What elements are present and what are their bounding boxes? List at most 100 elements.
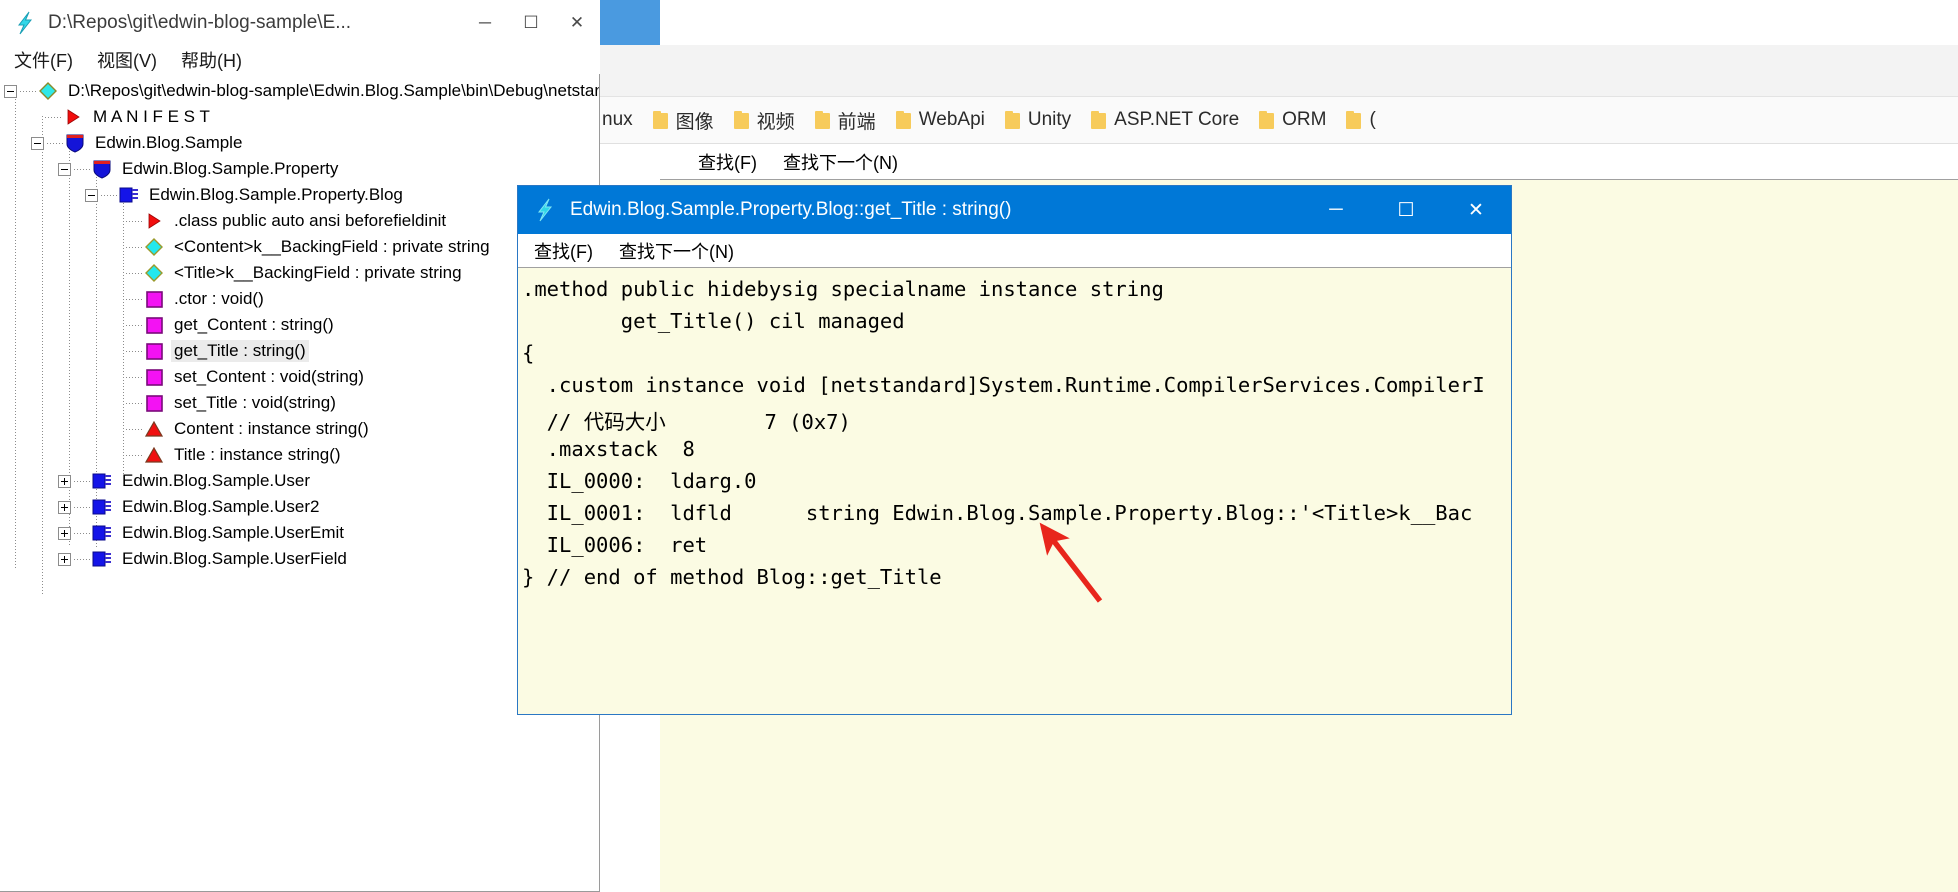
expand-toggle-icon[interactable]	[58, 526, 71, 540]
tree-node-label: set_Content : void(string)	[174, 367, 364, 386]
browser-find-menu-item[interactable]: 查找(F)	[688, 149, 767, 175]
field-diamond-icon	[143, 237, 165, 257]
tree-node[interactable]: Edwin.Blog.Sample.User2	[58, 494, 322, 520]
ildasm-menubar: 文件(F) 视图(V) 帮助(H)	[0, 46, 600, 74]
disassembly-window-title: Edwin.Blog.Sample.Property.Blog::get_Tit…	[570, 199, 1012, 220]
disassembly-window: Edwin.Blog.Sample.Property.Blog::get_Tit…	[517, 185, 1512, 715]
bookmark-label: 视频	[756, 111, 795, 133]
tree-node[interactable]: Edwin.Blog.Sample.Property	[58, 156, 341, 182]
tree-node-label: Content : instance string()	[174, 419, 369, 438]
menu-view[interactable]: 视图(V)	[87, 47, 167, 73]
tree-node[interactable]: Edwin.Blog.Sample.UserField	[58, 546, 350, 572]
tree-connector-dots	[126, 376, 143, 378]
tree-connector-dots	[45, 116, 62, 118]
red-triangle-icon	[143, 211, 165, 231]
tree-node-label: Edwin.Blog.Sample.Property	[122, 159, 339, 178]
tree-node[interactable]: <Title>k__BackingField : private string	[112, 260, 465, 286]
collapse-toggle-icon[interactable]	[31, 136, 44, 150]
bookmarks-bar: nux 图像 视频 前端 WebApi Unity ASP.NET Core O…	[600, 97, 1958, 144]
class-icon	[91, 523, 113, 543]
bookmark-item-8[interactable]: (	[1336, 97, 1385, 144]
tree-node[interactable]: set_Content : void(string)	[112, 364, 367, 390]
tree-node[interactable]: M A N I F E S T	[31, 104, 213, 130]
disassembly-titlebar[interactable]: Edwin.Blog.Sample.Property.Blog::get_Tit…	[518, 186, 1511, 234]
minimize-button[interactable]: ─	[462, 0, 508, 46]
tree-connector-dots	[126, 220, 143, 222]
underlying-window-titlebar	[660, 0, 1958, 45]
method-square-icon	[143, 367, 165, 387]
tree-node[interactable]: set_Title : void(string)	[112, 390, 339, 416]
ildasm-window-title: D:\Repos\git\edwin-blog-sample\E...	[48, 12, 352, 33]
tree-node-label: Edwin.Blog.Sample.UserField	[122, 549, 347, 568]
tree-connector-dots	[20, 90, 37, 92]
il-code-line: } // end of method Blog::get_Title	[522, 565, 942, 589]
tree-node[interactable]: Title : instance string()	[112, 442, 344, 468]
tree-node-label: Edwin.Blog.Sample.Property.Blog	[149, 185, 403, 204]
disasm-minimize-button[interactable]: ─	[1301, 186, 1371, 234]
red-triangle-icon	[62, 107, 84, 127]
bookmark-label: ORM	[1282, 109, 1327, 130]
folder-icon	[1259, 111, 1275, 129]
method-square-icon	[143, 315, 165, 335]
bookmark-item-3[interactable]: 前端	[805, 97, 886, 144]
tree-node[interactable]: get_Content : string()	[112, 312, 337, 338]
disasm-maximize-button[interactable]: ☐	[1371, 186, 1441, 234]
tree-node[interactable]: Edwin.Blog.Sample.Property.Blog	[85, 182, 406, 208]
ildasm-titlebar[interactable]: D:\Repos\git\edwin-blog-sample\E... ─ ☐ …	[0, 0, 600, 46]
tree-node[interactable]: get_Title : string()	[112, 338, 309, 364]
expand-toggle-icon[interactable]	[58, 474, 71, 488]
bookmark-item-7[interactable]: ORM	[1249, 97, 1336, 144]
close-button[interactable]: ✕	[554, 0, 600, 46]
tree-node[interactable]: .ctor : void()	[112, 286, 267, 312]
screen-root: X BillMing - 博客园 X + nux	[0, 0, 1958, 892]
folder-icon	[733, 111, 749, 129]
tree-node[interactable]: Edwin.Blog.Sample.User	[58, 468, 313, 494]
browser-find-next-menu-item[interactable]: 查找下一个(N)	[773, 149, 908, 175]
class-icon	[118, 185, 140, 205]
find-next-label-pre: 查找下一个(	[619, 241, 715, 262]
tree-node-label: .class public auto ansi beforefieldinit	[174, 211, 447, 230]
menu-help[interactable]: 帮助(H)	[171, 47, 252, 73]
tree-connector-dots	[126, 428, 143, 430]
tree-node-label: M A N I F E S T	[93, 107, 210, 126]
tree-node[interactable]: Edwin.Blog.Sample.UserEmit	[58, 520, 347, 546]
tree-node-label: Edwin.Blog.Sample.UserEmit	[122, 523, 345, 542]
disasm-find-next-menu-item[interactable]: 查找下一个(N)	[609, 238, 744, 264]
tree-node[interactable]: Edwin.Blog.Sample	[31, 130, 245, 156]
tree-node[interactable]: .class public auto ansi beforefieldinit	[112, 208, 449, 234]
ildasm-main-window: D:\Repos\git\edwin-blog-sample\E... ─ ☐ …	[0, 0, 600, 892]
expand-toggle-icon[interactable]	[58, 552, 71, 566]
tree-connector-dots	[126, 324, 143, 326]
bookmark-label: 前端	[837, 111, 876, 133]
il-code-line: .method public hidebysig specialname ins…	[522, 277, 1164, 301]
maximize-button[interactable]: ☐	[508, 0, 554, 46]
il-code-area[interactable]: .method public hidebysig specialname ins…	[518, 269, 1511, 714]
bookmark-item-4[interactable]: WebApi	[886, 97, 995, 144]
tree-connector	[15, 90, 16, 570]
find-next-label-post: )	[728, 241, 734, 262]
tree-connector-dots	[126, 246, 143, 248]
bookmark-item-5[interactable]: Unity	[995, 97, 1081, 144]
method-square-icon	[143, 341, 165, 361]
bookmark-item-6[interactable]: ASP.NET Core	[1081, 97, 1249, 144]
tree-connector-dots	[74, 480, 91, 482]
bookmark-item-2[interactable]: 视频	[724, 97, 805, 144]
expand-toggle-icon[interactable]	[58, 500, 71, 514]
tree-node[interactable]: <Content>k__BackingField : private strin…	[112, 234, 493, 260]
menu-file[interactable]: 文件(F)	[4, 47, 83, 73]
disasm-close-button[interactable]: ✕	[1441, 186, 1511, 234]
ildasm-tree-view[interactable]: D:\Repos\git\edwin-blog-sample\Edwin.Blo…	[0, 74, 599, 891]
bookmark-label: nux	[602, 109, 633, 130]
il-code-line: .custom instance void [netstandard]Syste…	[522, 373, 1485, 397]
tree-node-label: set_Title : void(string)	[174, 393, 336, 412]
tree-node[interactable]: D:\Repos\git\edwin-blog-sample\Edwin.Blo…	[4, 78, 599, 104]
collapse-toggle-icon[interactable]	[58, 162, 71, 176]
class-icon	[91, 471, 113, 491]
collapse-toggle-icon[interactable]	[85, 188, 98, 202]
disasm-find-menu-item[interactable]: 查找(F)	[524, 238, 603, 264]
folder-icon	[814, 111, 830, 129]
collapse-toggle-icon[interactable]	[4, 84, 17, 98]
folder-icon	[1091, 111, 1107, 129]
tree-node[interactable]: Content : instance string()	[112, 416, 372, 442]
bookmark-item-1[interactable]: 图像	[643, 97, 724, 144]
